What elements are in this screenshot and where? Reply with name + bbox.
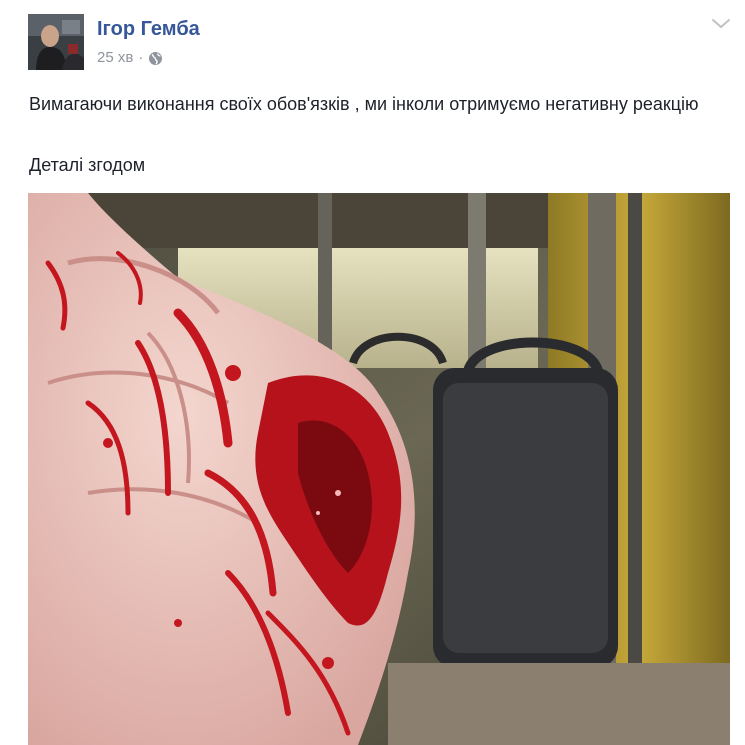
- post-text-line: Деталі згодом: [29, 155, 146, 175]
- avatar-image: [28, 14, 84, 70]
- post-meta: 25 хв ·: [97, 49, 163, 67]
- post-timestamp[interactable]: 25 хв: [97, 49, 133, 67]
- avatar[interactable]: [28, 14, 84, 70]
- post-photo[interactable]: [28, 193, 730, 745]
- bloody-hand-photo: [28, 193, 730, 745]
- post-text-line: Вимагаючи виконання своїх обов'язків , м…: [29, 94, 699, 114]
- chevron-down-icon[interactable]: [710, 16, 732, 32]
- meta-separator: ·: [138, 49, 144, 66]
- author-name[interactable]: Ігор Гемба: [97, 17, 200, 41]
- globe-icon[interactable]: [148, 51, 163, 66]
- facebook-post: Ігор Гемба 25 хв · Вимагаючи виконання с…: [0, 0, 745, 745]
